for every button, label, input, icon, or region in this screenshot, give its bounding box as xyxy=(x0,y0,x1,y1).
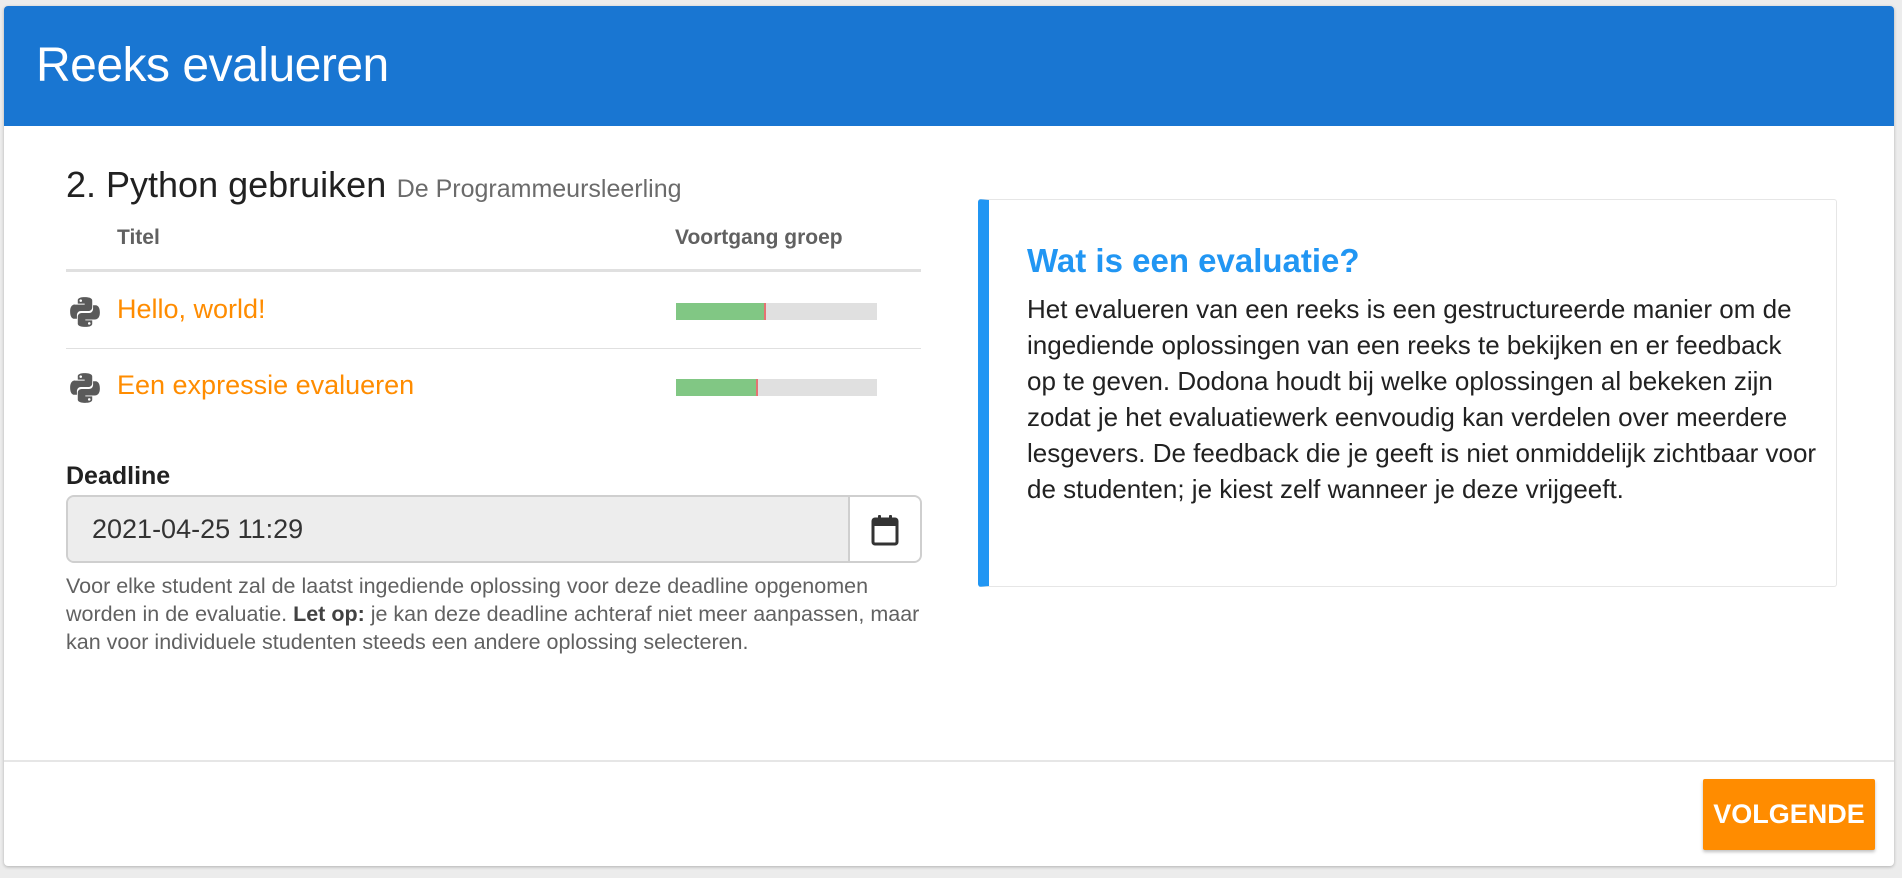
exercise-link-hello-world[interactable]: Hello, world! xyxy=(117,294,266,325)
group-progress-bar xyxy=(676,379,877,396)
help-text-emphasis: Let op: xyxy=(293,602,365,626)
series-heading: 2. Python gebruiken De Programmeursleerl… xyxy=(66,164,682,206)
course-name: De Programmeursleerling xyxy=(396,175,682,203)
info-callout: Wat is een evaluatie? Het evalueren van … xyxy=(978,199,1837,587)
next-button[interactable]: VOLGENDE xyxy=(1703,779,1875,850)
deadline-field[interactable] xyxy=(68,497,850,561)
python-icon xyxy=(70,297,100,327)
calendar-button[interactable] xyxy=(848,497,920,561)
evaluation-card: Reeks evalueren 2. Python gebruiken De P… xyxy=(4,6,1894,866)
group-progress-bar xyxy=(676,303,877,320)
progress-correct xyxy=(676,379,757,396)
deadline-input-group xyxy=(66,495,922,563)
deadline-label: Deadline xyxy=(66,462,171,490)
deadline-help-text: Voor elke student zal de laatst ingedien… xyxy=(66,572,926,656)
calendar-icon xyxy=(871,515,899,546)
progress-wrong xyxy=(756,379,759,396)
progress-wrong xyxy=(764,303,767,320)
progress-correct xyxy=(676,303,765,320)
table-row-divider xyxy=(66,348,921,349)
footer-divider xyxy=(4,760,1894,762)
card-header: Reeks evalueren xyxy=(4,6,1894,126)
column-header-progress: Voortgang groep xyxy=(675,226,843,249)
table-header-divider xyxy=(66,269,921,272)
exercise-link-expressie-evalueren[interactable]: Een expressie evalueren xyxy=(117,370,414,401)
info-body: Het evalueren van een reeks is een gestr… xyxy=(1027,294,1817,504)
python-icon xyxy=(70,373,100,403)
page-title: Reeks evalueren xyxy=(36,39,389,92)
column-header-title: Titel xyxy=(117,226,160,249)
series-name: 2. Python gebruiken xyxy=(66,164,387,205)
info-title: Wat is een evaluatie? xyxy=(1027,242,1360,279)
